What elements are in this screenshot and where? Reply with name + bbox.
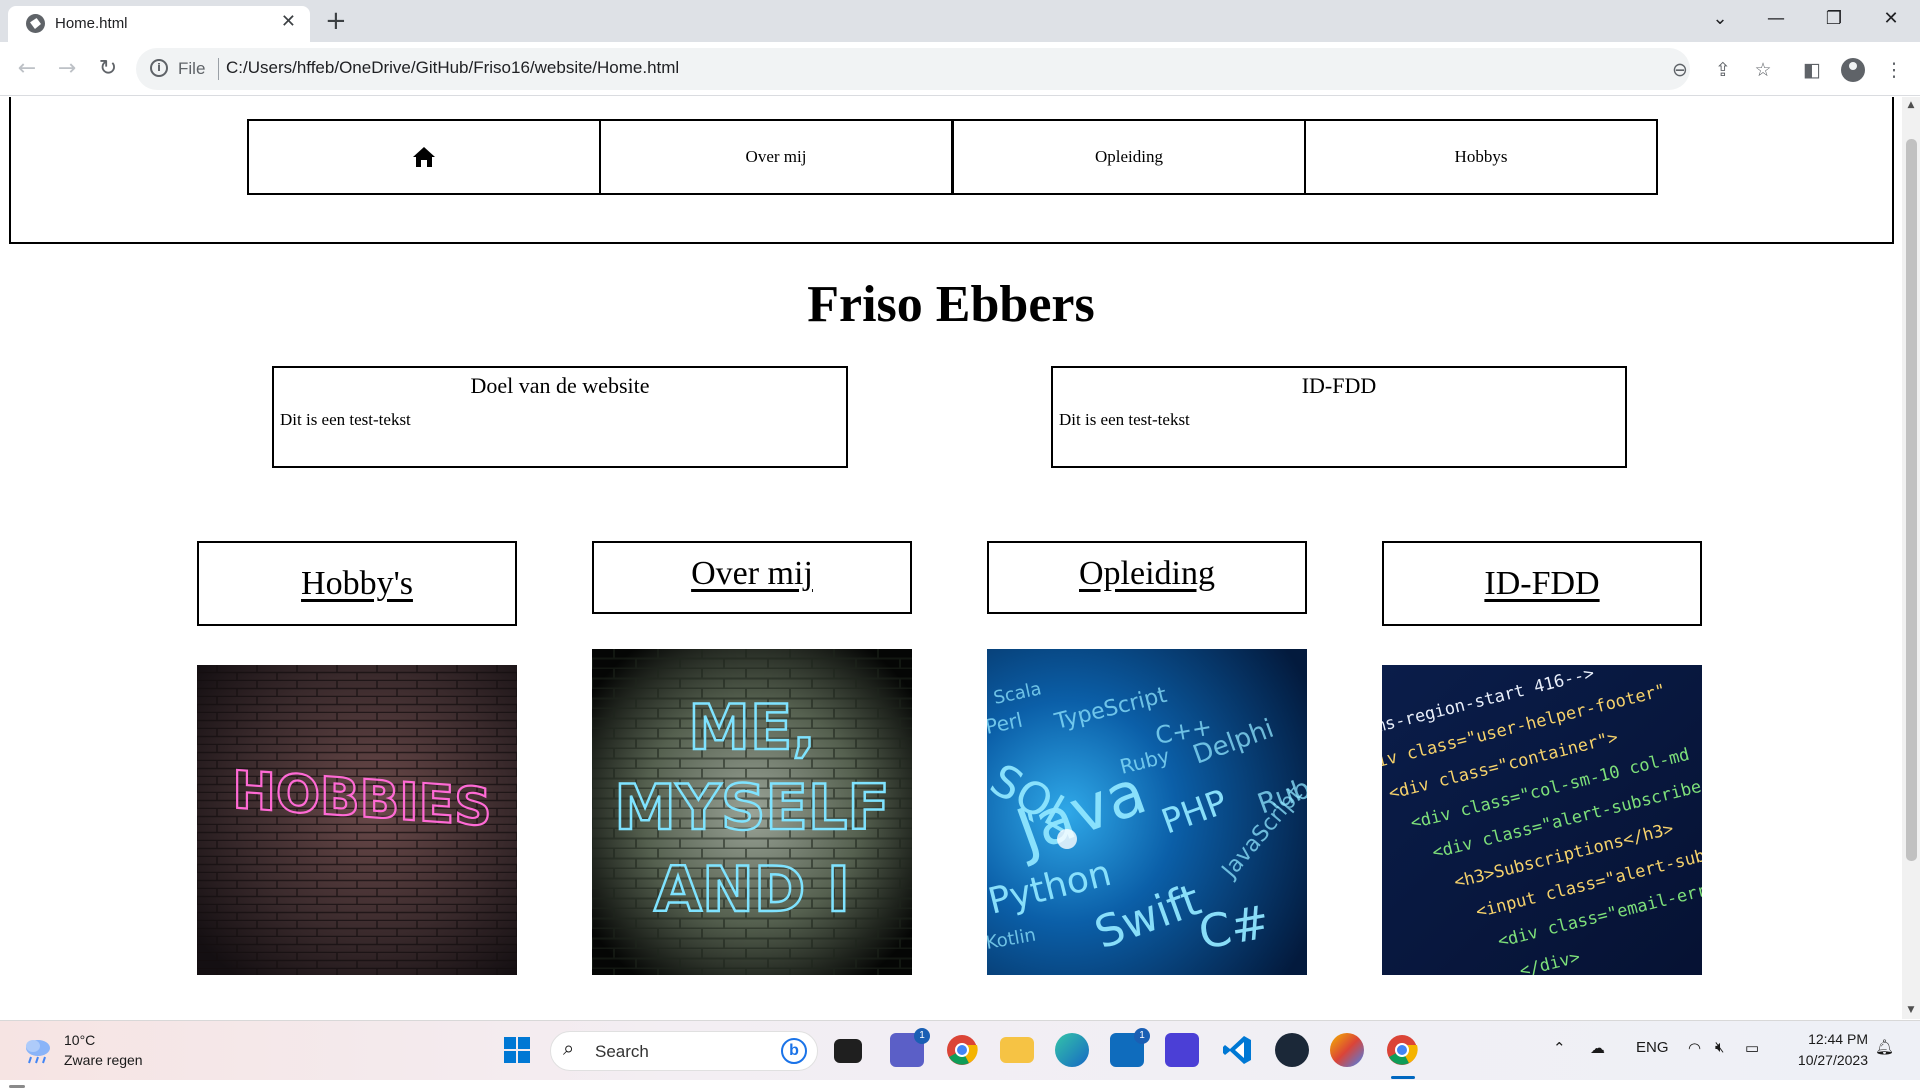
zoom-icon[interactable]: ⊖ [1668,58,1692,82]
edge-icon[interactable] [1055,1033,1089,1067]
scroll-up-icon[interactable]: ▲ [1906,100,1916,110]
browser-toolbar: ← → ↻ i File C:/Users/hffeb/OneDrive/Git… [0,42,1920,96]
info-box-doel: Doel van de website Dit is een test-teks… [272,366,848,468]
tab-search-chevron-icon[interactable]: ⌄ [1700,6,1740,32]
weather-temp: 10°C [64,1032,96,1048]
bing-icon[interactable]: b [781,1038,807,1064]
bookmark-star-icon[interactable]: ☆ [1750,57,1776,83]
nav-home-button[interactable] [247,119,601,195]
card-link-opleiding[interactable]: Opleiding [1079,555,1215,593]
search-icon: ⌕ [563,1038,575,1060]
clock-time[interactable]: 12:44 PM [1800,1031,1868,1047]
omnibox-divider [218,58,219,80]
teams-chat-icon[interactable]: 1 [890,1028,930,1067]
hobbies-neon-image: HOBBIES [197,665,517,975]
code-image: --ams-region-start 416-->div class="user… [1382,665,1702,975]
card-link-id-fdd[interactable]: ID-FDD [1484,565,1599,603]
new-tab-button[interactable]: + [325,5,347,37]
app-icon[interactable] [1165,1033,1199,1067]
info-text: Dit is een test-tekst [280,410,411,429]
side-panel-icon[interactable]: ◧ [1799,57,1825,83]
card-title-opleiding: Opleiding [987,541,1307,614]
store-badge: 1 [1134,1028,1150,1044]
info-heading: ID-FDD [1301,373,1377,398]
notification-bell-icon[interactable]: 🔔︎ [1875,1038,1894,1056]
language-indicator[interactable]: ENG [1636,1039,1669,1056]
profile-avatar[interactable] [1841,58,1865,82]
tab-home[interactable]: Home.html ✕ [8,6,310,42]
steam-icon[interactable] [1275,1033,1309,1067]
tab-title: Home.html [55,15,128,32]
card-link-hobbys[interactable]: Hobby's [301,565,413,603]
info-icon[interactable]: i [150,59,168,77]
back-button[interactable]: ← [12,54,42,84]
close-window-button[interactable]: ✕ [1871,6,1911,32]
taskbar-search[interactable]: ⌕ Search b [550,1031,818,1071]
onedrive-icon[interactable]: ☁ [1590,1039,1605,1057]
url-text[interactable]: C:/Users/hffeb/OneDrive/GitHub/Friso16/w… [226,58,679,78]
info-box-id-fdd: ID-FDD Dit is een test-tekst [1051,366,1627,468]
reload-button[interactable]: ↻ [93,54,123,84]
info-heading: Doel van de website [470,373,650,398]
chrome-icon[interactable] [945,1033,979,1067]
globe-icon [26,14,45,33]
address-bar[interactable]: i File C:/Users/hffeb/OneDrive/GitHub/Fr… [136,48,1690,90]
site-header: Over mij Opleiding Hobbys [9,97,1894,244]
card-title-hobbys: Hobby's [197,541,517,626]
nav-opleiding[interactable]: Opleiding [952,119,1306,195]
card-image-id-fdd[interactable]: --ams-region-start 416--> div class="user… [1382,665,1702,975]
task-view-icon[interactable] [834,1039,862,1063]
restore-button[interactable]: ❐ [1814,6,1854,32]
chrome-active-icon[interactable] [1385,1033,1419,1067]
card-image-over-mij[interactable]: ME, MYSELF AND I [592,649,912,975]
chevron-up-icon[interactable]: ⌃ [1553,1039,1566,1057]
forward-button[interactable]: → [52,54,82,84]
info-text: Dit is een test-tekst [1059,410,1190,429]
minimize-button[interactable]: — [1756,6,1796,32]
image-text-line: MYSELF [614,771,889,844]
windows-taskbar: 10°C Zware regen ⌕ Search b 1 1 ⌃ ☁ ENG … [0,1020,1920,1088]
menu-kebab-icon[interactable]: ⋮ [1881,57,1907,83]
scheme-label: File [178,59,206,78]
scroll-thumb[interactable] [1906,139,1917,861]
nav-hobbys[interactable]: Hobbys [1304,119,1658,195]
me-myself-image: ME, MYSELF AND I [592,649,912,975]
scroll-down-icon[interactable]: ▼ [1906,1005,1916,1015]
tab-strip: Home.html ✕ + ⌄ — ❐ ✕ [0,0,1920,42]
image-text-line: ME, [688,691,816,764]
card-title-id-fdd: ID-FDD [1382,541,1702,626]
windows-start-icon[interactable] [500,1033,534,1067]
close-tab-icon[interactable]: ✕ [281,11,296,32]
clock-date[interactable]: 10/27/2023 [1786,1052,1868,1068]
languages-image: ScalaPerl TypeScriptC++Ruby DelphiSQLJava P… [987,649,1307,975]
active-app-indicator [1391,1076,1415,1079]
chat-badge: 1 [914,1028,930,1044]
store-icon[interactable]: 1 [1110,1028,1150,1067]
card-title-over-mij: Over mij [592,541,912,614]
card-image-opleiding[interactable]: Scala Perl TypeScript C++ Ruby Delphi SQL Java P… [987,649,1307,975]
share-icon[interactable]: ⇪ [1710,57,1736,83]
card-link-over-mij[interactable]: Over mij [691,555,813,593]
page-scrollbar[interactable]: ▲ ▼ [1902,97,1920,1019]
battery-icon[interactable]: ▭ [1745,1039,1759,1057]
chrome-canary-icon[interactable] [1330,1033,1364,1067]
vscode-icon[interactable] [1220,1033,1254,1067]
mute-icon[interactable]: 🔇︎ [1715,1039,1724,1056]
card-image-hobbies[interactable]: HOBBIES [197,665,517,975]
file-explorer-icon[interactable] [1000,1037,1034,1063]
page-viewport: Over mij Opleiding Hobbys Friso Ebbers D… [0,97,1902,1019]
search-placeholder: Search [595,1042,649,1061]
weather-desc: Zware regen [64,1052,143,1068]
page-title: Friso Ebbers [807,276,1095,333]
wifi-icon[interactable]: ◠ [1688,1039,1701,1057]
nav-over-mij[interactable]: Over mij [599,119,953,195]
home-icon [413,147,435,167]
rain-cloud-icon[interactable] [22,1036,54,1064]
image-text-line: AND I [654,853,850,926]
